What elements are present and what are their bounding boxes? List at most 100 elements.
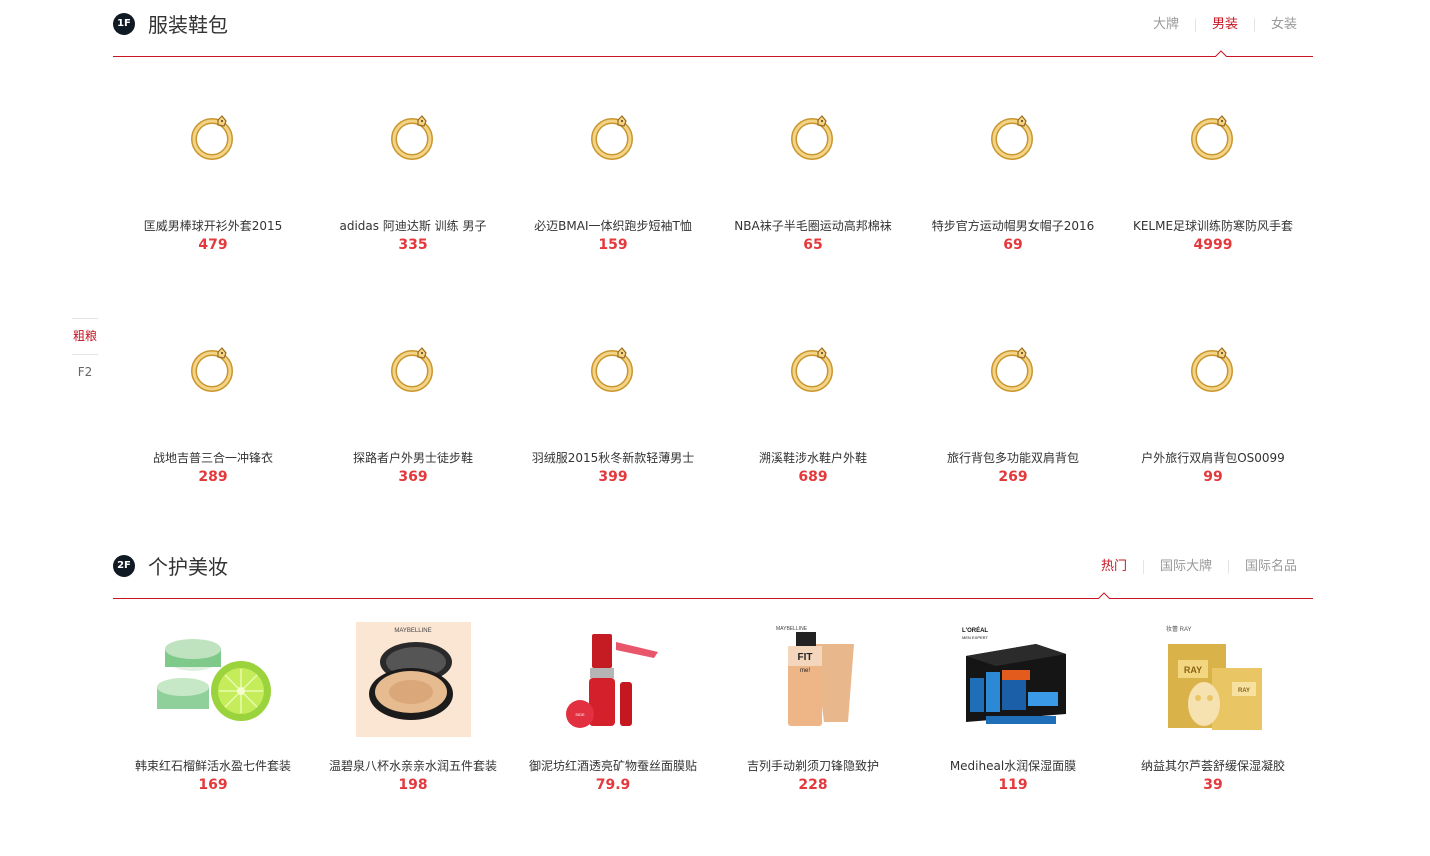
floor-1-header: 1F 服装鞋包 大牌 男装 女装 [113,0,1313,57]
product-card[interactable]: NBA袜子半毛圈运动高邦棉袜 65 [713,57,913,289]
tab-menswear[interactable]: 男装 [1194,18,1254,32]
product-name[interactable]: 温碧泉八杯水亲亲水润五件套装 [313,757,513,774]
tab-womenswear[interactable]: 女装 [1253,18,1313,32]
floor-1: 1F 服装鞋包 大牌 男装 女装 匡威男棒球开衫外套2015 479 adidas … [113,0,1313,485]
svg-text:MEN EXPERT: MEN EXPERT [962,635,988,640]
gold-face-mask-image[interactable]: 妆蕾 RAY RAY RAY [1153,619,1273,739]
product-price: 79.9 [595,777,631,793]
tab-international-names[interactable]: 国际名品 [1227,560,1313,574]
product-price: 4999 [1193,237,1233,253]
product-name[interactable]: 溯溪鞋涉水鞋户外鞋 [713,449,913,466]
tab-hot[interactable]: 热门 [1085,560,1143,574]
product-name[interactable]: NBA袜子半毛圈运动高邦棉袜 [713,217,913,234]
product-price: 119 [998,777,1028,793]
product-card[interactable]: 匡威男棒球开衫外套2015 479 [113,57,313,289]
product-card[interactable]: 特步官方运动帽男女帽子2016 69 [913,57,1113,289]
product-card[interactable]: L'ORÉAL MEN EXPERT Mediheal水润保湿面膜 119 [913,599,1113,819]
loading-ring-icon[interactable] [1188,112,1238,162]
product-card[interactable]: adidas 阿迪达斯 训练 男子 335 [313,57,513,289]
aloe-gel-jars-image[interactable] [153,619,273,739]
product-name[interactable]: 羽绒服2015秋冬新款轻薄男士 [513,449,713,466]
tab-international-brands[interactable]: 国际大牌 [1142,560,1228,574]
product-name[interactable]: 吉列手动剃须刀锋隐致护 [713,757,913,774]
product-name[interactable]: 匡威男棒球开衫外套2015 [113,217,313,234]
product-price: 228 [798,777,828,793]
product-card[interactable]: 韩束红石榴鲜活水盈七件套装 169 [113,599,313,819]
floor-tabs: 大牌 男装 女装 [1137,18,1313,32]
men-skincare-set-image[interactable]: L'ORÉAL MEN EXPERT [953,619,1073,739]
tab-big-brand[interactable]: 大牌 [1137,18,1195,32]
product-card[interactable]: 妆蕾 RAY RAY RAY 纳益其尔芦荟舒缓保湿凝胶 39 [1113,599,1313,819]
svg-text:me!: me! [799,668,809,674]
floor-title: 个护美妆 [148,555,228,579]
floor-badge: 2F [113,555,135,577]
floor-side-nav: 粗粮 F2 [72,318,98,390]
product-card[interactable]: 户外旅行双肩背包OS0099 99 [1113,289,1313,521]
loading-ring-icon[interactable] [188,344,238,394]
loading-ring-icon[interactable] [788,344,838,394]
product-name[interactable]: KELME足球训练防寒防风手套 [1113,217,1313,234]
floor-1-product-grid: 匡威男棒球开衫外套2015 479 adidas 阿迪达斯 训练 男子 335 必迈BM… [113,57,1313,521]
product-card[interactable]: 羽绒服2015秋冬新款轻薄男士 399 [513,289,713,521]
active-tab-pointer-icon [1215,50,1227,57]
loading-ring-icon[interactable] [988,344,1038,394]
floor-2: 2F 个护美妆 热门 国际大牌 国际名品 韩束红石榴鲜活水盈七件套装 169 MAY… [113,542,1313,793]
product-name[interactable]: 韩束红石榴鲜活水盈七件套装 [113,757,313,774]
loading-ring-icon[interactable] [388,344,438,394]
product-name[interactable]: 必迈BMAI一体织跑步短袖T恤 [513,217,713,234]
product-price: 69 [1003,237,1023,253]
svg-text:妆蕾 RAY: 妆蕾 RAY [1166,625,1192,633]
floor-2-product-grid: 韩束红石榴鲜活水盈七件套装 169 MAYBELLINE 温碧泉八杯水亲亲水润五件套装… [113,599,1313,819]
product-card[interactable]: KELME足球训练防寒防风手套 4999 [1113,57,1313,289]
product-card[interactable]: MAYBELLINE FIT me! 吉列手动剃须刀锋隐致护 228 [713,599,913,819]
product-name[interactable]: 探路者户外男士徒步鞋 [313,449,513,466]
loading-ring-icon[interactable] [1188,344,1238,394]
product-price: 369 [398,469,428,485]
svg-text:RAY: RAY [1237,688,1249,694]
lip-tint-image[interactable]: SIDE [553,619,673,739]
product-name[interactable]: 纳益其尔芦荟舒缓保湿凝胶 [1113,757,1313,774]
side-nav-item-2[interactable]: F2 [72,354,98,390]
cushion-compact-image[interactable]: MAYBELLINE [353,619,473,739]
loading-ring-icon[interactable] [988,112,1038,162]
svg-text:SIDE: SIDE [575,712,585,717]
product-name[interactable]: 旅行背包多功能双肩背包 [913,449,1113,466]
product-price: 198 [398,777,428,793]
side-nav-item-1[interactable]: 粗粮 [72,318,98,354]
product-card[interactable]: 溯溪鞋涉水鞋户外鞋 689 [713,289,913,521]
product-name[interactable]: 战地吉普三合一冲锋衣 [113,449,313,466]
product-price: 169 [198,777,228,793]
loading-ring-icon[interactable] [388,112,438,162]
svg-text:MAYBELLINE: MAYBELLINE [776,626,808,632]
loading-ring-icon[interactable] [588,344,638,394]
product-name[interactable]: 御泥坊红酒透亮矿物蚕丝面膜贴 [513,757,713,774]
product-price: 479 [198,237,228,253]
product-card[interactable]: 战地吉普三合一冲锋衣 289 [113,289,313,521]
product-name[interactable]: adidas 阿迪达斯 训练 男子 [313,217,513,234]
loading-ring-icon[interactable] [588,112,638,162]
active-tab-pointer-icon [1098,592,1110,599]
product-price: 65 [803,237,823,253]
product-card[interactable]: 旅行背包多功能双肩背包 269 [913,289,1113,521]
floor-badge: 1F [113,13,135,35]
product-name[interactable]: 特步官方运动帽男女帽子2016 [913,217,1113,234]
loading-ring-icon[interactable] [188,112,238,162]
product-card[interactable]: 必迈BMAI一体织跑步短袖T恤 159 [513,57,713,289]
product-price: 289 [198,469,228,485]
loading-ring-icon[interactable] [788,112,838,162]
product-card[interactable]: SIDE 御泥坊红酒透亮矿物蚕丝面膜贴 79.9 [513,599,713,819]
product-price: 689 [798,469,828,485]
product-price: 159 [598,237,628,253]
product-price: 335 [398,237,428,253]
product-name[interactable]: Mediheal水润保湿面膜 [913,757,1113,774]
svg-text:FIT: FIT [797,652,812,663]
product-card[interactable]: MAYBELLINE 温碧泉八杯水亲亲水润五件套装 198 [313,599,513,819]
foundation-bottle-image[interactable]: MAYBELLINE FIT me! [753,619,873,739]
product-price: 269 [998,469,1028,485]
product-name[interactable]: 户外旅行双肩背包OS0099 [1113,449,1313,466]
floor-title: 服装鞋包 [148,13,228,37]
product-price: 39 [1203,777,1223,793]
floor-2-header: 2F 个护美妆 热门 国际大牌 国际名品 [113,542,1313,599]
product-card[interactable]: 探路者户外男士徒步鞋 369 [313,289,513,521]
svg-text:RAY: RAY [1183,665,1201,675]
